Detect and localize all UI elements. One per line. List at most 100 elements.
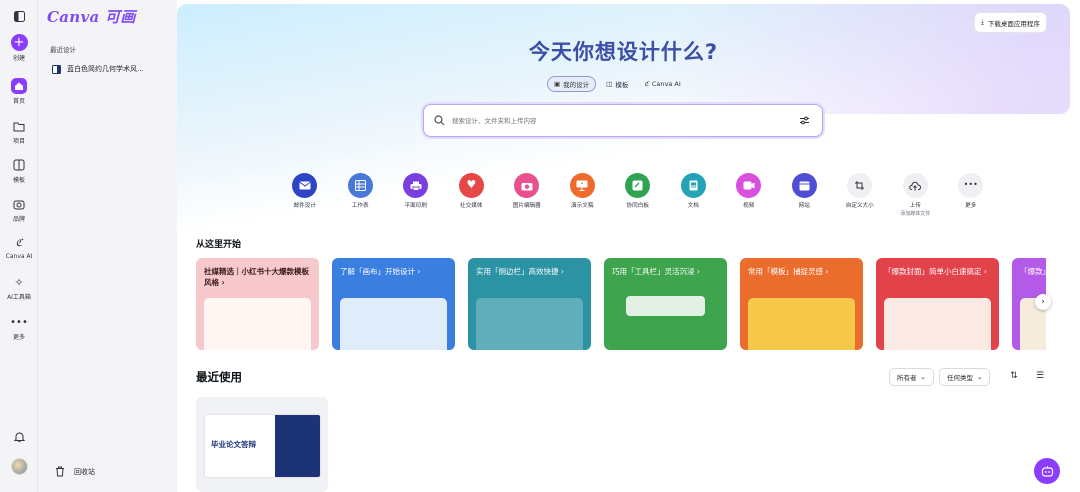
rail-item-home[interactable]: 首页 <box>0 78 38 105</box>
rail-item-create[interactable]: + 创建 <box>0 34 38 62</box>
type-filter-label: 任何类型 <box>946 374 973 382</box>
start-card[interactable]: 巧用「工具栏」灵活沉浸 › <box>604 258 727 350</box>
tab-canva-ai[interactable]: ℭ Canva AI <box>638 76 686 92</box>
shortcut-more[interactable]: ••• 更多 <box>943 173 999 217</box>
list-view-button[interactable]: ☰ <box>1034 371 1046 383</box>
shortcut-label: 网站 <box>798 203 810 209</box>
toggle-sidebar-button[interactable] <box>0 8 38 26</box>
recent-design-label: 蓝白色简约几何学术风... <box>67 65 144 73</box>
shortcut-email[interactable]: 邮件设计 <box>277 173 333 217</box>
chevron-down-icon: ⌄ <box>976 373 983 381</box>
design-type-shortcuts: 邮件设计 工作表 平面印刷 ♥ 社交媒体 图片编辑器 演示文稿 协同白板 文档 视… <box>277 173 999 217</box>
shortcut-sheet[interactable]: 工作表 <box>333 173 389 217</box>
video-icon <box>736 173 762 198</box>
rail-item-label: 创建 <box>12 55 25 62</box>
email-icon <box>292 173 318 198</box>
rail-item-templates[interactable]: 模板 <box>0 157 38 184</box>
start-card[interactable]: 「爆款封面」简单小白速搞定 › <box>876 258 999 350</box>
shortcut-docs[interactable]: 文档 <box>666 173 722 217</box>
sort-button[interactable]: ⇅ <box>1008 371 1020 383</box>
rail-item-label: 首页 <box>12 98 25 105</box>
shortcut-sublabel: 添加媒体文件 <box>900 210 931 217</box>
tab-templates[interactable]: ◫ 模板 <box>600 76 634 92</box>
rail-item-label: AI工具箱 <box>7 294 31 301</box>
rail-item-canva-ai[interactable]: ℭ Canva AI <box>0 235 38 261</box>
search-icon <box>434 115 445 126</box>
shortcut-photo-editor[interactable]: 图片编辑器 <box>499 173 555 217</box>
chevron-down-icon: ⌄ <box>920 373 926 381</box>
rail-item-brand[interactable]: 品牌 <box>0 196 38 223</box>
card-title: 「爆款封面」简单小白速搞定 › <box>884 267 987 276</box>
brand-icon <box>11 196 27 212</box>
shortcut-label: 上传 <box>909 203 921 209</box>
main-content: ⤓ 下载桌面应用程序 今天你想设计什么? ▣ 我的设计 ◫ 模板 ℭ Canva… <box>177 0 1080 492</box>
owner-filter-dropdown[interactable]: 所有者 ⌄ <box>889 368 934 386</box>
card-preview <box>340 298 447 350</box>
start-card[interactable]: 了解「画布」开始设计 › <box>332 258 455 350</box>
trash-button[interactable]: 回收站 <box>55 466 95 477</box>
shortcut-website[interactable]: 网站 <box>777 173 833 217</box>
more-icon: ••• <box>958 173 984 198</box>
shortcut-upload[interactable]: 上传 添加媒体文件 <box>888 173 944 217</box>
heart-icon: ♥ <box>458 173 484 198</box>
rail-item-label: 项目 <box>12 138 25 145</box>
download-app-label: 下载桌面应用程序 <box>987 19 1040 28</box>
shortcut-label: 自定义大小 <box>845 203 874 209</box>
chevron-right-icon: › <box>1041 297 1045 307</box>
card-title: 巧用「工具栏」灵活沉浸 › <box>612 267 700 276</box>
card-preview <box>748 298 855 350</box>
shortcut-label: 文档 <box>687 203 699 209</box>
print-icon <box>403 173 429 198</box>
rail-item-label: 更多 <box>12 334 25 341</box>
home-icon <box>11 78 27 94</box>
filter-icon[interactable] <box>799 115 810 126</box>
start-card[interactable]: 社媒精选｜小红书十大爆款模板风格 › <box>196 258 319 350</box>
rail-item-ai-tools[interactable]: ✧ AI工具箱 <box>0 274 38 302</box>
bell-icon <box>11 429 27 445</box>
owner-filter-label: 所有者 <box>897 374 917 382</box>
shortcut-social[interactable]: ♥ 社交媒体 <box>444 173 500 217</box>
page-title: 今天你想设计什么? <box>528 40 719 64</box>
shortcut-whiteboard[interactable]: 协同白板 <box>610 173 666 217</box>
start-card[interactable]: 常用「模板」捕捉灵感 › <box>740 258 863 350</box>
upload-icon <box>902 173 928 198</box>
account-button[interactable] <box>0 458 38 475</box>
download-app-button[interactable]: ⤓ 下载桌面应用程序 <box>975 13 1046 32</box>
shortcut-label: 图片编辑器 <box>512 203 541 209</box>
notifications-button[interactable] <box>0 429 38 447</box>
recent-design-item[interactable]: 蓝白色简约几何学术风... <box>52 64 144 74</box>
search-scope-tabs: ▣ 我的设计 ◫ 模板 ℭ Canva AI <box>547 76 687 92</box>
avatar <box>10 458 28 475</box>
website-icon <box>791 173 817 198</box>
type-filter-dropdown[interactable]: 任何类型 ⌄ <box>938 368 991 386</box>
presentation-icon <box>569 173 595 198</box>
tab-label: 我的设计 <box>563 81 590 89</box>
sort-icon: ⇅ <box>1010 371 1018 381</box>
list-view-icon: ☰ <box>1035 371 1045 381</box>
recent-design-card[interactable]: 毕业论文答辩 <box>196 397 328 492</box>
canva-ai-icon: ℭ <box>15 237 23 249</box>
recent-heading: 最近使用 <box>196 370 242 384</box>
card-preview <box>476 298 583 350</box>
shortcut-video[interactable]: 视频 <box>721 173 777 217</box>
sidebar-toggle-icon <box>11 8 27 24</box>
sparkle-icon: ✧ <box>14 275 24 289</box>
start-card[interactable]: 实用「侧边栏」高效快捷 › <box>468 258 591 350</box>
rail-item-more[interactable]: ••• 更多 <box>0 314 38 342</box>
tab-my-designs[interactable]: ▣ 我的设计 <box>547 76 597 92</box>
plus-icon: + <box>10 34 28 51</box>
search-input[interactable] <box>452 116 782 125</box>
assistant-button[interactable] <box>1034 458 1060 484</box>
document-icon <box>680 173 706 198</box>
camera-icon <box>514 173 540 198</box>
shortcut-label: 平面印刷 <box>404 203 427 209</box>
more-icon: ••• <box>10 316 28 328</box>
start-here-heading: 从这里开始 <box>196 240 242 250</box>
carousel-next-button[interactable]: › <box>1035 294 1051 310</box>
shortcut-label: 演示文稿 <box>571 203 594 209</box>
start-here-carousel: 社媒精选｜小红书十大爆款模板风格 › 了解「画布」开始设计 › 实用「侧边栏」高… <box>196 258 1046 350</box>
shortcut-print[interactable]: 平面印刷 <box>388 173 444 217</box>
whiteboard-icon <box>625 173 651 198</box>
rail-item-projects[interactable]: 项目 <box>0 118 38 145</box>
shortcut-presentation[interactable]: 演示文稿 <box>555 173 611 217</box>
